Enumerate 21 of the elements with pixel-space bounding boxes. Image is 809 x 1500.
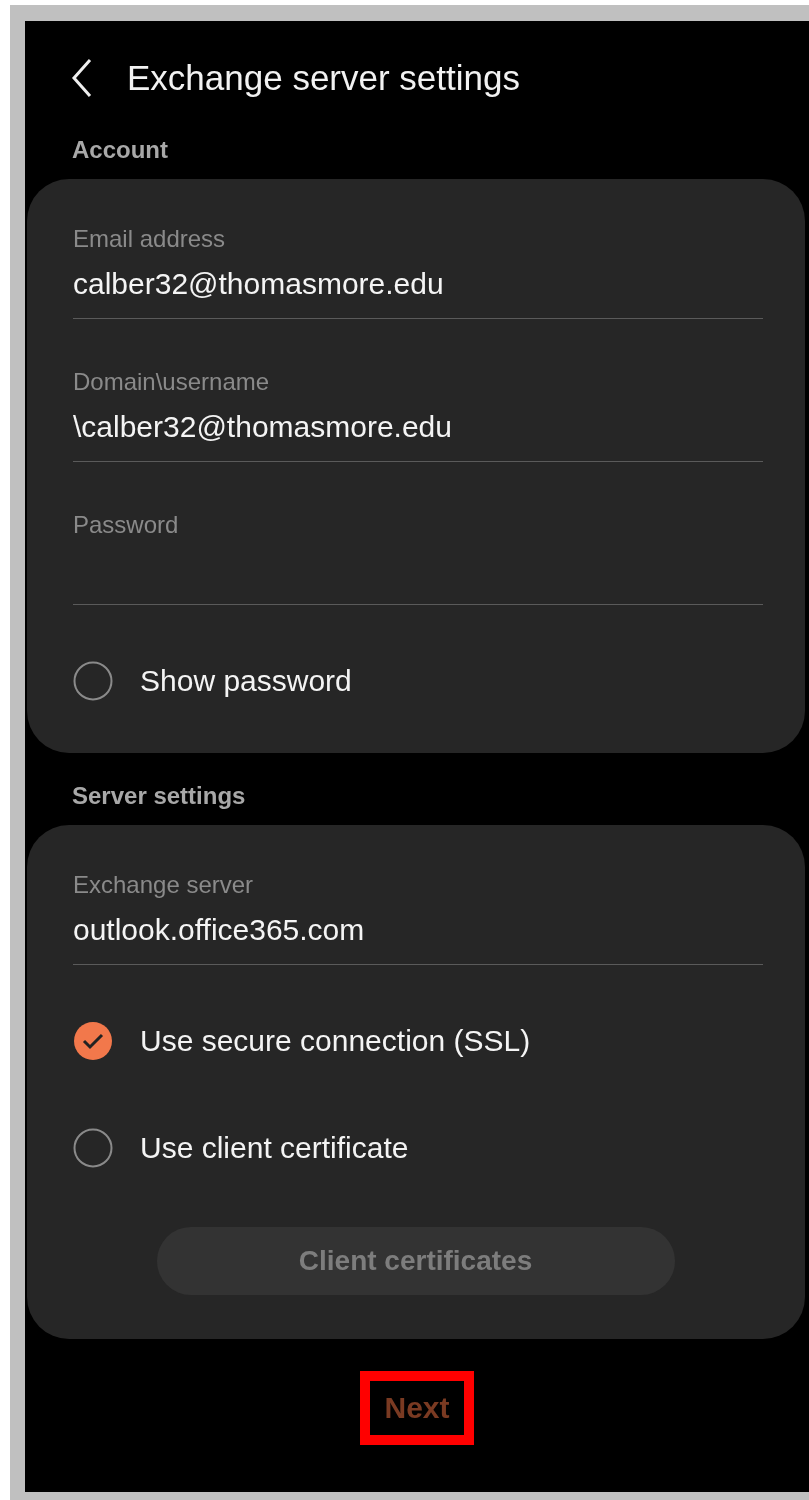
section-title: Server settings bbox=[71, 781, 247, 811]
section-title: Account bbox=[71, 135, 169, 165]
input-field[interactable]: Email address calber32@thomasmore.edu bbox=[73, 224, 763, 319]
field-label: Domain\username bbox=[73, 367, 271, 397]
checkbox[interactable] bbox=[73, 1128, 113, 1168]
page-title: Exchange server settings bbox=[127, 57, 520, 99]
input-field[interactable]: Password bbox=[73, 510, 763, 605]
input-field[interactable]: Exchange server outlook.office365.com bbox=[73, 870, 763, 965]
field-value: outlook.office365.com bbox=[73, 912, 366, 948]
checkbox-label: Use client certificate bbox=[140, 1130, 409, 1166]
back-icon[interactable] bbox=[71, 58, 93, 98]
field-value: calber32@thomasmore.edu bbox=[73, 266, 445, 302]
checkbox-label: Show password bbox=[140, 663, 352, 699]
input-field[interactable]: Domain\username \calber32@thomasmore.edu bbox=[73, 367, 763, 462]
checkbox-label: Use secure connection (SSL) bbox=[140, 1023, 531, 1059]
field-label: Exchange server bbox=[73, 870, 255, 900]
checkbox[interactable] bbox=[73, 1021, 113, 1061]
field-label: Email address bbox=[73, 224, 227, 254]
field-label: Password bbox=[73, 510, 180, 540]
checkbox[interactable] bbox=[73, 661, 113, 701]
field-value: \calber32@thomasmore.edu bbox=[73, 409, 453, 445]
